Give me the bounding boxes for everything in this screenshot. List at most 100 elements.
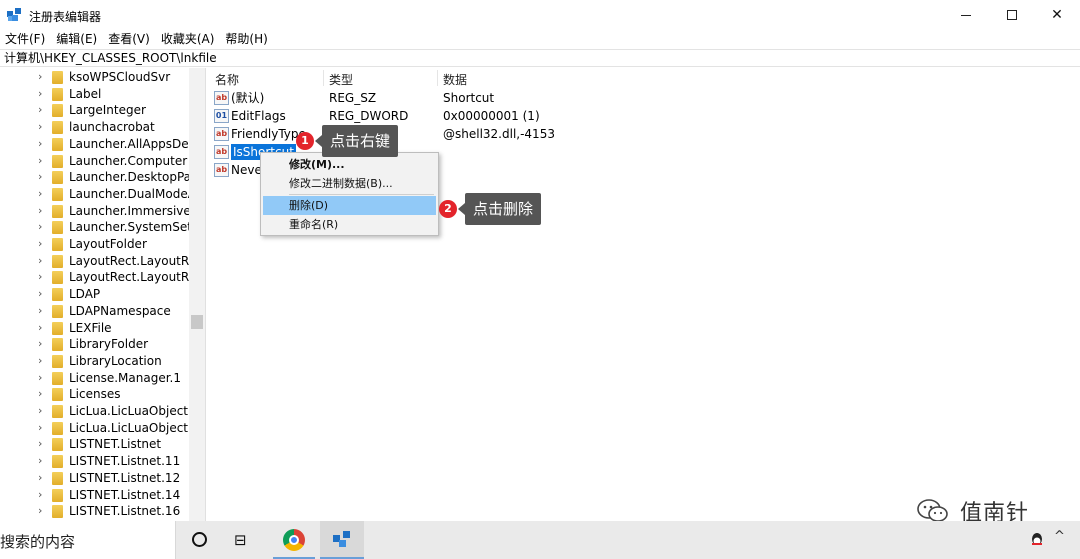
chrome-icon[interactable] (283, 529, 305, 551)
menu-view[interactable]: 查看(V) (103, 30, 156, 48)
chevron-right-icon[interactable]: › (38, 270, 42, 283)
chevron-right-icon[interactable]: › (38, 354, 42, 367)
chevron-right-icon[interactable]: › (38, 254, 42, 267)
chevron-right-icon[interactable]: › (38, 337, 42, 350)
context-modify-binary[interactable]: 修改二进制数据(B)... (263, 174, 436, 193)
tree-item[interactable]: › LibraryLocation (0, 353, 190, 370)
tree-item[interactable]: › LISTNET.Listnet.14 (0, 487, 190, 504)
tree-item[interactable]: › LicLua.LicLuaObject (0, 403, 190, 420)
chevron-right-icon[interactable]: › (38, 421, 42, 434)
folder-icon (52, 321, 63, 335)
tree-item[interactable]: › Launcher.DesktopPac (0, 169, 198, 186)
tree-item[interactable]: › Launcher.SystemSetti (0, 219, 200, 236)
value-name: EditFlags (231, 109, 286, 123)
tree-item[interactable]: › LEXFile (0, 320, 190, 337)
column-divider[interactable] (323, 70, 324, 86)
chevron-right-icon[interactable]: › (38, 187, 42, 200)
callout-right-click: 点击右键 (322, 125, 399, 157)
chevron-right-icon[interactable]: › (38, 387, 42, 400)
chevron-up-icon[interactable]: ^ (1054, 529, 1065, 544)
context-modify[interactable]: 修改(M)... (263, 155, 436, 174)
tree-item-label: LibraryFolder (69, 337, 149, 352)
folder-icon (52, 154, 63, 168)
address-bar[interactable]: 计算机\HKEY_CLASSES_ROOT\lnkfile (0, 49, 1080, 67)
chevron-right-icon[interactable]: › (38, 287, 42, 300)
callout-tip (315, 135, 322, 147)
tree-item[interactable]: › LicLua.LicLuaObject.1 (0, 420, 199, 437)
chevron-right-icon[interactable]: › (38, 304, 42, 317)
chevron-right-icon[interactable]: › (38, 220, 42, 233)
column-header-data[interactable]: 数据 (443, 71, 467, 88)
chevron-right-icon[interactable]: › (38, 154, 42, 167)
tree-item-label: Launcher.DesktopPac (69, 170, 198, 185)
qq-tray-icon[interactable] (1030, 532, 1044, 548)
string-value-icon: ab (214, 127, 229, 141)
tree-item[interactable]: › Launcher.AllAppsDesl (0, 136, 198, 153)
chevron-right-icon[interactable]: › (38, 404, 42, 417)
maximize-button[interactable] (989, 0, 1035, 30)
chevron-right-icon[interactable]: › (38, 170, 42, 183)
folder-icon (52, 238, 63, 251)
tree-item[interactable]: › LISTNET.Listnet (0, 436, 190, 453)
tree-item[interactable]: › launchacrobat (0, 119, 190, 136)
menu-edit[interactable]: 编辑(E) (51, 30, 103, 48)
tree-item[interactable]: › Launcher.Computer (0, 153, 190, 170)
tree-item[interactable]: › Launcher.DualModeA (0, 186, 196, 203)
string-value-icon: ab (214, 91, 229, 105)
chevron-right-icon[interactable]: › (38, 504, 42, 517)
minimize-button[interactable] (943, 0, 989, 30)
tree-scrollbar[interactable] (189, 68, 205, 521)
regedit-app-icon (7, 8, 21, 21)
scrollbar-thumb[interactable] (191, 315, 203, 329)
chevron-right-icon[interactable]: › (38, 137, 42, 150)
task-view-icon[interactable]: ⊟ (234, 531, 247, 549)
tree-item[interactable]: › Launcher.ImmersiveA (0, 203, 199, 220)
chevron-right-icon[interactable]: › (38, 120, 42, 133)
callout-click-delete: 点击删除 (465, 193, 542, 225)
tree-item[interactable]: › LDAP (0, 286, 190, 303)
chevron-right-icon[interactable]: › (38, 87, 42, 100)
tree-item[interactable]: › Label (0, 86, 190, 103)
tree-item[interactable]: › Licenses (0, 386, 190, 403)
cortana-icon[interactable] (192, 532, 207, 547)
context-delete[interactable]: 删除(D) (263, 196, 436, 215)
chevron-right-icon[interactable]: › (38, 70, 42, 83)
value-data: Shortcut (443, 91, 495, 105)
chevron-right-icon[interactable]: › (38, 488, 42, 501)
context-rename[interactable]: 重命名(R) (263, 215, 436, 234)
tree-item[interactable]: › LISTNET.Listnet.12 (0, 470, 190, 487)
chevron-right-icon[interactable]: › (38, 371, 42, 384)
column-divider[interactable] (437, 70, 438, 86)
tree-item-label: LibraryLocation (69, 353, 162, 368)
menu-help[interactable]: 帮助(H) (220, 30, 273, 48)
tree-item[interactable]: › LayoutRect.LayoutRec (0, 269, 203, 286)
value-row[interactable]: 01 EditFlags REG_DWORD 0x00000001 (1) (207, 107, 1077, 125)
tree-item[interactable]: › LISTNET.Listnet.16 (0, 503, 190, 520)
tree-item[interactable]: › LargeInteger (0, 102, 190, 119)
chevron-right-icon[interactable]: › (38, 237, 42, 250)
tree-item[interactable]: › LDAPNamespace (0, 303, 190, 320)
value-type: REG_SZ (329, 91, 377, 105)
chevron-right-icon[interactable]: › (38, 471, 42, 484)
column-header-type[interactable]: 类型 (329, 71, 353, 88)
folder-icon (52, 87, 63, 101)
taskbar-search-box[interactable]: 搜索的内容 (0, 521, 176, 559)
menu-favorites[interactable]: 收藏夹(A) (156, 30, 221, 48)
close-button[interactable]: ✕ (1034, 0, 1080, 30)
value-row[interactable]: ab (默认) REG_SZ Shortcut (207, 89, 1077, 107)
chevron-right-icon[interactable]: › (38, 204, 42, 217)
tree-item[interactable]: › LayoutRect.LayoutRec (0, 253, 203, 270)
tree-item[interactable]: › LayoutFolder (0, 236, 190, 253)
chevron-right-icon[interactable]: › (38, 454, 42, 467)
menu-file[interactable]: 文件(F) (0, 30, 51, 48)
minimize-icon (961, 14, 971, 16)
tree-item[interactable]: › LibraryFolder (0, 336, 190, 353)
column-header-name[interactable]: 名称 (215, 71, 239, 88)
tree-item-label: LayoutRect.LayoutRec (69, 270, 203, 285)
chevron-right-icon[interactable]: › (38, 321, 42, 334)
tree-item[interactable]: › License.Manager.1 (0, 370, 190, 387)
chevron-right-icon[interactable]: › (38, 437, 42, 450)
tree-item[interactable]: › ksoWPSCloudSvr (0, 69, 190, 86)
chevron-right-icon[interactable]: › (38, 103, 42, 116)
tree-item[interactable]: › LISTNET.Listnet.11 (0, 453, 190, 470)
